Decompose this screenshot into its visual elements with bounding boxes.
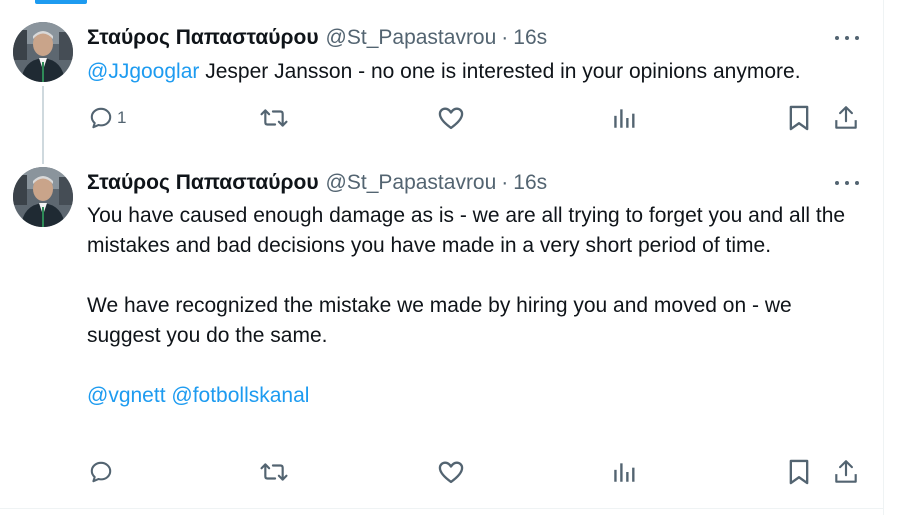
- share-icon: [835, 106, 857, 129]
- views-button[interactable]: [611, 102, 637, 134]
- like-icon: [438, 107, 464, 130]
- retweet-icon: [260, 109, 288, 127]
- separator-dot: ·: [501, 26, 509, 49]
- more-icon: [835, 181, 839, 185]
- retweet-button[interactable]: [258, 456, 290, 488]
- author-handle[interactable]: @St_Papastavrou: [326, 25, 497, 51]
- avatar[interactable]: [13, 22, 73, 82]
- reply-icon: [90, 107, 112, 129]
- mention-link[interactable]: @JJgooglar: [87, 60, 199, 83]
- share-button[interactable]: [833, 102, 859, 134]
- tweet-text: You have caused enough damage as is - we…: [87, 201, 867, 411]
- more-icon-dot: [855, 181, 859, 185]
- tweet-text: @JJgooglar Jesper Jansson - no one is in…: [87, 57, 867, 87]
- share-button[interactable]: [833, 456, 859, 488]
- bookmark-icon: [789, 105, 809, 131]
- reply-button[interactable]: 1: [88, 102, 126, 134]
- separator-dot: ·: [501, 171, 509, 194]
- more-icon-dot: [855, 36, 859, 40]
- tab-active-indicator: [35, 0, 87, 4]
- bookmark-button[interactable]: [787, 456, 811, 488]
- thread-connector-line: [42, 86, 44, 164]
- reply-icon: [90, 461, 112, 483]
- column-border: [883, 0, 884, 515]
- tweet-divider: [0, 508, 884, 509]
- like-icon: [438, 461, 464, 484]
- bookmark-button[interactable]: [787, 102, 811, 134]
- more-options-button[interactable]: [832, 173, 862, 193]
- views-button[interactable]: [611, 456, 637, 488]
- tweet-header: Σταύρος Παπασταύρου @St_Papastavrou · 16…: [87, 25, 547, 51]
- action-bar: [0, 456, 884, 488]
- reply-count: 1: [117, 108, 127, 127]
- tweet-paragraph: We have recognized the mistake we made b…: [87, 294, 792, 347]
- timestamp[interactable]: 16s: [513, 25, 547, 51]
- tweet-header: Σταύρος Παπασταύρου @St_Papastavrou · 16…: [87, 170, 547, 196]
- tweet-paragraph: You have caused enough damage as is - we…: [87, 204, 846, 257]
- more-icon-dot: [845, 181, 849, 185]
- reply-button[interactable]: [88, 456, 114, 488]
- views-icon: [614, 109, 635, 128]
- action-bar: 1: [0, 102, 884, 134]
- retweet-button[interactable]: [258, 102, 290, 134]
- mention-link[interactable]: @vgnett: [87, 384, 166, 407]
- avatar[interactable]: [13, 167, 73, 227]
- share-icon: [835, 460, 857, 483]
- avatar-photo: [13, 22, 73, 82]
- author-name[interactable]: Σταύρος Παπασταύρου: [87, 25, 319, 51]
- author-name[interactable]: Σταύρος Παπασταύρου: [87, 170, 319, 196]
- more-icon-dot: [845, 36, 849, 40]
- like-button[interactable]: [437, 102, 465, 134]
- author-handle[interactable]: @St_Papastavrou: [326, 170, 497, 196]
- mention-link[interactable]: @fotbollskanal: [171, 384, 309, 407]
- more-options-button[interactable]: [832, 28, 862, 48]
- retweet-icon: [260, 463, 288, 481]
- avatar-photo: [13, 167, 73, 227]
- timestamp[interactable]: 16s: [513, 170, 547, 196]
- like-button[interactable]: [437, 456, 465, 488]
- views-icon: [614, 463, 635, 482]
- tweet-body: Jesper Jansson - no one is interested in…: [199, 60, 801, 83]
- bookmark-icon: [789, 459, 809, 485]
- more-icon: [835, 36, 839, 40]
